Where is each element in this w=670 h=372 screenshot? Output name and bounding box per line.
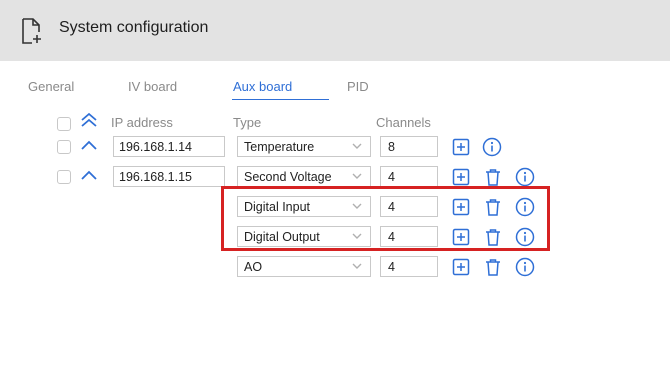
tab-aux-board[interactable]: Aux board	[233, 79, 292, 94]
type-select[interactable]: Second Voltage	[237, 166, 371, 187]
select-all-checkbox[interactable]	[57, 117, 71, 131]
chevron-down-icon	[352, 173, 362, 179]
collapse-row-icon[interactable]	[80, 168, 98, 184]
add-icon[interactable]	[451, 137, 471, 157]
highlight-box	[221, 186, 550, 251]
ip-address-input[interactable]: 196.168.1.15	[113, 166, 225, 187]
file-plus-icon	[22, 18, 41, 44]
window-title: System configuration	[59, 19, 209, 36]
type-select-value: Second Voltage	[244, 170, 332, 184]
tab-pid[interactable]: PID	[347, 79, 369, 94]
channels-input[interactable]: 8	[380, 136, 438, 157]
type-select[interactable]: AO	[237, 256, 371, 277]
header-channels: Channels	[376, 115, 431, 130]
type-select-value: AO	[244, 260, 263, 274]
info-icon[interactable]	[515, 167, 535, 187]
type-select-value: Temperature	[244, 140, 315, 154]
collapse-all-icon[interactable]	[80, 112, 98, 128]
channels-input[interactable]: 4	[380, 256, 438, 277]
delete-icon[interactable]	[483, 257, 503, 277]
chevron-down-icon	[352, 263, 362, 269]
collapse-row-icon[interactable]	[80, 138, 98, 154]
delete-icon[interactable]	[483, 167, 503, 187]
title-bar: System configuration	[0, 0, 670, 61]
active-tab-indicator	[232, 99, 329, 100]
tab-general[interactable]: General	[28, 79, 74, 94]
info-icon[interactable]	[515, 257, 535, 277]
row-checkbox[interactable]	[57, 170, 71, 184]
info-icon[interactable]	[482, 137, 502, 157]
add-icon[interactable]	[451, 167, 471, 187]
chevron-down-icon	[352, 143, 362, 149]
header-type: Type	[233, 115, 262, 130]
tab-iv-board[interactable]: IV board	[128, 79, 177, 94]
add-icon[interactable]	[451, 257, 471, 277]
row-checkbox[interactable]	[57, 140, 71, 154]
channels-input[interactable]: 4	[380, 166, 438, 187]
type-select[interactable]: Temperature	[237, 136, 371, 157]
header-ip-address: IP address	[111, 115, 173, 130]
ip-address-input[interactable]: 196.168.1.14	[113, 136, 225, 157]
